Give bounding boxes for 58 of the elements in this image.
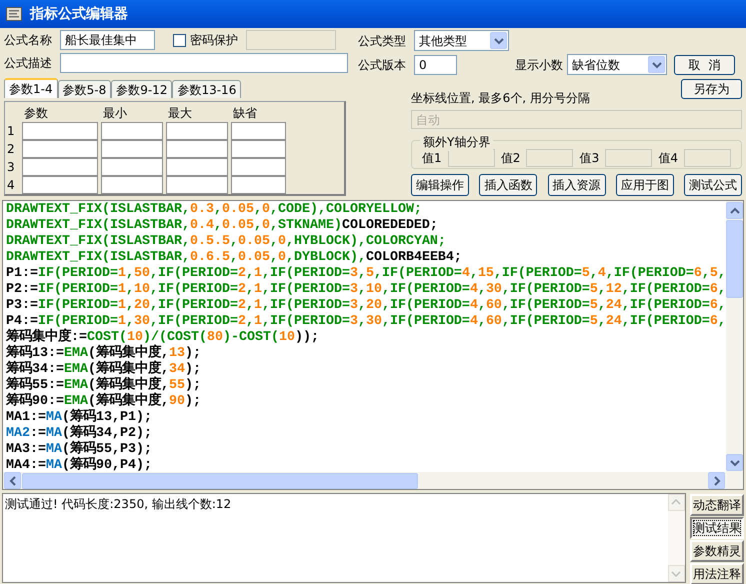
column-header: 参数 bbox=[23, 105, 49, 122]
axis-label: 坐标线位置, 最多6个, 用分号分隔 bbox=[411, 90, 590, 107]
field-label: 值1 bbox=[422, 150, 442, 166]
code-line: MA1:=MA(筹码13,P1); bbox=[6, 410, 152, 425]
field-label: 值4 bbox=[658, 150, 678, 166]
decimals-select[interactable]: 缺省位数 bbox=[567, 54, 667, 75]
side-button[interactable]: 用法注释 bbox=[690, 563, 744, 584]
code-line: MA3:=MA(筹码55,P3); bbox=[6, 442, 152, 457]
field-label: 公式描述 bbox=[4, 55, 53, 72]
field-label: 值3 bbox=[580, 150, 600, 166]
side-button[interactable]: 参数精灵 bbox=[690, 540, 744, 562]
version-field[interactable]: 0 bbox=[414, 54, 457, 74]
code-line: DRAWTEXT_FIX(ISLASTBAR,0.6.5,0.05,0,DYBLOCK),COLORB4EEB4; bbox=[6, 250, 462, 266]
code-line: 筹码13:=EMA(筹码集中度,13); bbox=[6, 346, 201, 361]
code-line: DRAWTEXT_FIX(ISLASTBAR,0.5.5,0.05,0,HYBLOCK),COLORCYAN; bbox=[6, 234, 446, 250]
row-number: 2 bbox=[7, 141, 16, 158]
side-button[interactable]: 动态翻译 bbox=[690, 494, 744, 516]
action-button[interactable]: 插入函数 bbox=[479, 174, 538, 196]
code-line: 筹码34:=EMA(筹码集中度,34); bbox=[6, 362, 201, 377]
action-button[interactable]: 编辑操作 bbox=[411, 174, 469, 196]
type-select[interactable]: 其他类型 bbox=[414, 30, 509, 51]
code-line: MA2:=MA(筹码34,P2); bbox=[6, 426, 152, 441]
code-line: DRAWTEXT_FIX(ISLASTBAR,0.3,0.05,0,CODE),COLORYELLOW; bbox=[6, 202, 422, 218]
code-line: DRAWTEXT_FIX(ISLASTBAR,0.4,0.05,0,STKNAME)COLOREDEDED; bbox=[6, 218, 438, 234]
group-title: 额外Y轴分界 bbox=[420, 133, 494, 151]
tab[interactable]: 参数1-4 bbox=[4, 78, 58, 98]
row-number: 4 bbox=[7, 177, 16, 194]
field-label: 显示小数 bbox=[515, 56, 563, 74]
side-button[interactable]: 测试结果 bbox=[690, 517, 744, 539]
name-field[interactable]: 船长最佳集中 bbox=[60, 30, 155, 50]
checkbox-label: 密码保护 bbox=[190, 32, 238, 49]
column-header: 缺省 bbox=[232, 105, 258, 122]
field-label: 值2 bbox=[500, 150, 520, 166]
output-text: 测试通过! 代码长度:2350, 输出线个数:12 bbox=[5, 497, 232, 511]
window-title: 指标公式编辑器 bbox=[30, 4, 128, 24]
tab[interactable]: 参数5-8 bbox=[58, 80, 112, 98]
field-label: 公式版本 bbox=[358, 56, 407, 74]
code-line: MA4:=MA(筹码90,P4); bbox=[6, 458, 152, 472]
field-label: 公式名称 bbox=[4, 32, 53, 49]
row-number: 3 bbox=[7, 159, 16, 176]
tab[interactable]: 参数13-16 bbox=[172, 80, 242, 98]
action-button[interactable]: 测试公式 bbox=[684, 174, 742, 196]
code-line: 筹码55:=EMA(筹码集中度,55); bbox=[6, 378, 201, 393]
save-as-button[interactable]: 另存为 bbox=[681, 79, 742, 99]
code-line: 筹码90:=EMA(筹码集中度,90); bbox=[6, 394, 201, 409]
action-button[interactable]: 应用于图 bbox=[616, 174, 674, 196]
field-label: 公式类型 bbox=[358, 32, 407, 50]
column-header: 最小 bbox=[102, 105, 128, 122]
tab[interactable]: 参数9-12 bbox=[111, 80, 172, 98]
code-line: P3:=IF(PERIOD=1,20,IF(PERIOD=2,1,IF(PERIOD=3,20,IF(PERIOD=4,60,IF(PERIOD=5,24,IF(PERIOD=6, bbox=[6, 298, 726, 314]
column-header: 最大 bbox=[167, 105, 193, 122]
code-line: P4:=IF(PERIOD=1,30,IF(PERIOD=2,1,IF(PERIOD=3,30,IF(PERIOD=4,60,IF(PERIOD=5,24,IF(PERIOD=6, bbox=[6, 314, 726, 329]
action-button[interactable]: 插入资源 bbox=[548, 174, 606, 196]
cancel-button[interactable]: 取 消 bbox=[674, 54, 735, 74]
code-line: P2:=IF(PERIOD=1,10,IF(PERIOD=2,1,IF(PERIOD=3,10,IF(PERIOD=4,30,IF(PERIOD=5,12,IF(PERIOD=6, bbox=[6, 282, 726, 298]
code-line: 筹码集中度:=COST(10)/(COST(80)-COST(10)); bbox=[6, 330, 319, 345]
row-number: 1 bbox=[7, 123, 16, 140]
code-line: P1:=IF(PERIOD=1,50,IF(PERIOD=2,1,IF(PERIOD=3,5,IF(PERIOD=4,15,IF(PERIOD=5,4,IF(PERIOD=6,5, bbox=[6, 266, 726, 282]
